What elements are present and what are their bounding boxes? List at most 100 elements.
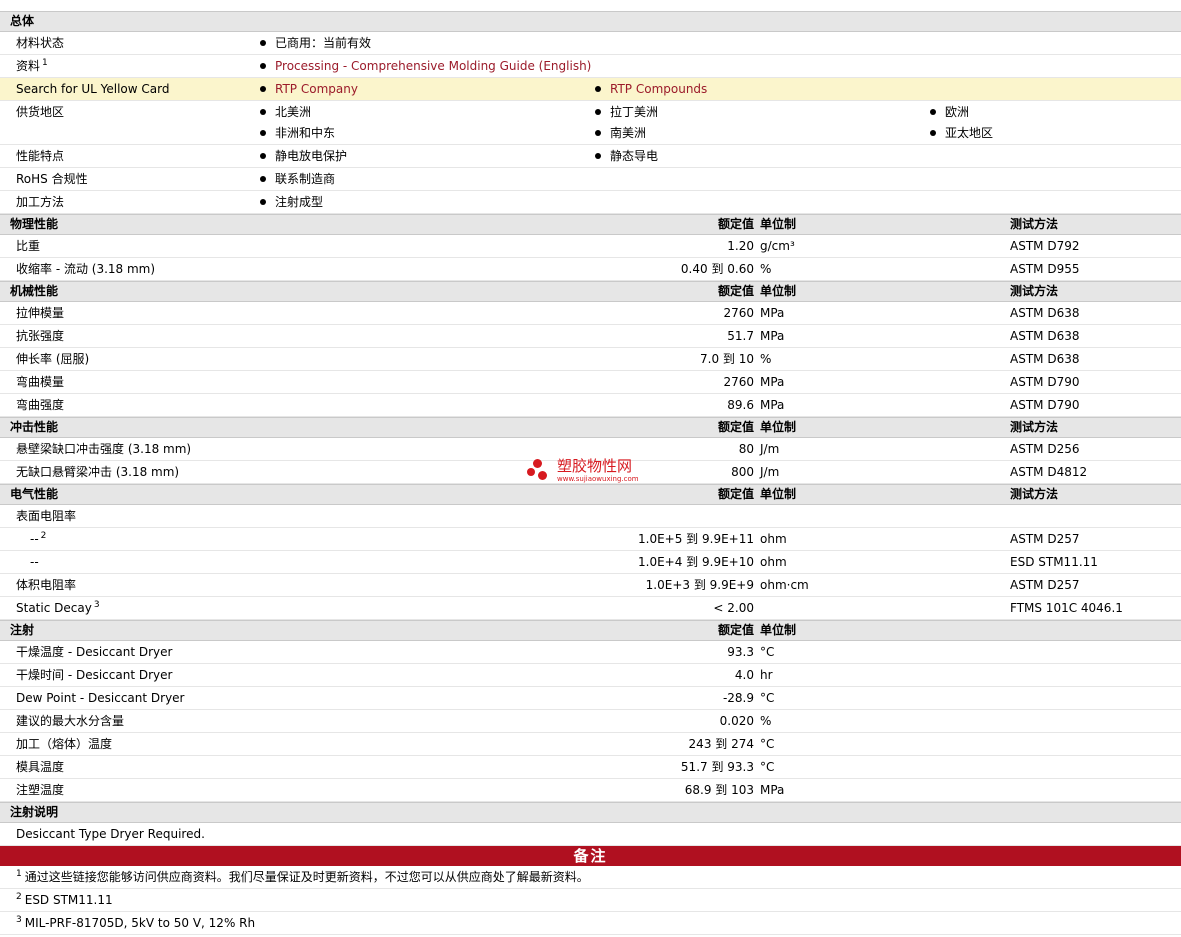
row-label: 加工（熔体）温度: [16, 737, 113, 751]
row-value: 7.0 到 10: [700, 352, 754, 366]
col-nominal-header: 额定值: [717, 284, 754, 298]
row-value: 4.0: [734, 668, 754, 682]
region-item: 北美洲: [260, 101, 311, 123]
col-test-header: 测试方法: [1010, 487, 1059, 501]
row-unit: hr: [760, 668, 773, 682]
section-header-mechanical: 机械性能 额定值 单位制 测试方法: [0, 281, 1181, 302]
bullet-icon: [260, 63, 266, 69]
col-test-header: 测试方法: [1010, 217, 1059, 231]
remark-text-cell: 1 通过这些链接您能够访问供应商资料。我们尽量保证及时更新资料，不过您可以从供应商…: [16, 866, 589, 888]
row-test: ASTM D792: [1010, 239, 1080, 253]
row-test: ASTM D790: [1010, 375, 1080, 389]
region-item: 南美洲: [595, 122, 646, 144]
remarks-banner: 备注: [0, 846, 1181, 866]
row-unit: °C: [760, 760, 775, 774]
row-value: 243 到 274: [688, 737, 754, 751]
table-row: 干燥温度 - Desiccant Dryer 93.3 °C: [0, 641, 1181, 664]
bullet-icon: [595, 86, 601, 92]
row-value: 0.40 到 0.60: [680, 262, 754, 276]
row-label: -- 2: [30, 528, 46, 550]
table-row: 干燥时间 - Desiccant Dryer 4.0 hr: [0, 664, 1181, 687]
row-unit: MPa: [760, 329, 785, 343]
row-label: 收缩率 - 流动 (3.18 mm): [16, 262, 156, 276]
datasheet: 总体 材料状态 已商用：当前有效 资料 1 Processing - Compre…: [0, 0, 1181, 935]
row-label: 干燥温度 - Desiccant Dryer: [16, 645, 173, 659]
table-row: 建议的最大水分含量 0.020%: [0, 710, 1181, 733]
status-text: 已商用：当前有效: [275, 36, 372, 50]
table-row: 抗张强度 51.7 MPa ASTM D638: [0, 325, 1181, 348]
table-row: 伸长率 (屈服) 7.0 到 10% ASTM D638: [0, 348, 1181, 371]
row-value: 1.0E+4 到 9.9E+10: [638, 555, 754, 569]
table-row: 注塑温度 68.9 到 103 MPa: [0, 779, 1181, 802]
molding-guide-link[interactable]: Processing - Comprehensive Molding Guide…: [275, 59, 591, 73]
row-label: 悬壁梁缺口冲击强度 (3.18 mm): [16, 442, 192, 456]
col-nominal-header: 额定值: [717, 420, 754, 434]
rtp-company-link[interactable]: RTP Company: [275, 82, 358, 96]
injection-rows: 干燥温度 - Desiccant Dryer 93.3 °C 干燥时间 - Desic…: [0, 641, 1181, 802]
bullet-icon: [260, 86, 266, 92]
col-nominal-header: 额定值: [717, 623, 754, 637]
mechanical-rows: 拉伸模量 2760 MPa ASTM D638 抗张强度 51.7 MPa ASTM D638…: [0, 302, 1181, 417]
region-item: 欧洲: [930, 101, 969, 123]
physical-rows: 比重 1.20 g/cm³ ASTM D792 收缩率 - 流动 (3.18 mm) 0.…: [0, 235, 1181, 281]
footnote-ref: 2: [40, 531, 47, 541]
table-row: 收缩率 - 流动 (3.18 mm) 0.40 到 0.60% ASTM D955: [0, 258, 1181, 281]
note-text: Desiccant Type Dryer Required.: [16, 827, 205, 841]
remark-text: 通过这些链接您能够访问供应商资料。我们尽量保证及时更新资料，不过您可以从供应商处…: [24, 870, 589, 884]
label-text: 资料: [16, 59, 41, 73]
row-label: RoHS 合规性: [16, 172, 88, 186]
row-label: Search for UL Yellow Card: [16, 82, 170, 96]
bullet-icon: [595, 153, 601, 159]
section-title: 总体: [10, 14, 35, 28]
feature-text: 静电放电保护: [275, 149, 348, 163]
section-header-injection: 注射 额定值 单位制: [0, 620, 1181, 641]
row-value: 1.20: [727, 239, 754, 253]
feature-text: 静态导电: [610, 149, 659, 163]
section-title: 注射说明: [10, 805, 59, 819]
processing-text: 注射成型: [275, 195, 324, 209]
remark-text-cell: 2 ESD STM11.11: [16, 889, 113, 911]
row-material-status: 材料状态 已商用：当前有效: [0, 32, 1181, 55]
row-label: 弯曲强度: [16, 398, 65, 412]
row-label: 表面电阻率: [16, 509, 77, 523]
row-test: ASTM D257: [1010, 578, 1080, 592]
rohs-text: 联系制造商: [275, 172, 336, 186]
rtp-compounds-link[interactable]: RTP Compounds: [610, 82, 707, 96]
region-item: 拉丁美洲: [595, 101, 658, 123]
row-test: ESD STM11.11: [1010, 555, 1098, 569]
row-surface-resistivity: 表面电阻率: [0, 505, 1181, 528]
row-unit: °C: [760, 737, 775, 751]
row-label: 资料 1: [16, 55, 48, 77]
table-row: 拉伸模量 2760 MPa ASTM D638: [0, 302, 1181, 325]
remark-row: 2 ESD STM11.11: [0, 889, 1181, 912]
remark-text-cell: 3 MIL-PRF-81705D, 5kV to 50 V, 12% Rh: [16, 912, 255, 934]
row-static-decay: Static Decay 3 < 2.00 FTMS 101C 4046.1: [0, 597, 1181, 620]
bullet-icon: [260, 40, 266, 46]
row-volume-resistivity: 体积电阻率 1.0E+3 到 9.9E+9 ohm·cm ASTM D257: [0, 574, 1181, 597]
remark-row: 1 通过这些链接您能够访问供应商资料。我们尽量保证及时更新资料，不过您可以从供应商…: [0, 866, 1181, 889]
row-ul-yellow-card: Search for UL Yellow Card RTP Company RT…: [0, 78, 1181, 101]
section-title: 机械性能: [10, 284, 59, 298]
col-nominal-header: 额定值: [717, 487, 754, 501]
remark-rows: 1 通过这些链接您能够访问供应商资料。我们尽量保证及时更新资料，不过您可以从供应商…: [0, 866, 1181, 935]
row-value: 80: [738, 442, 754, 456]
bullet-icon: [930, 130, 936, 136]
section-header-physical: 物理性能 额定值 单位制 测试方法: [0, 214, 1181, 235]
row-label: 干燥时间 - Desiccant Dryer: [16, 668, 173, 682]
col-test-header: 测试方法: [1010, 284, 1059, 298]
bullet-icon: [260, 199, 266, 205]
remark-row: 3 MIL-PRF-81705D, 5kV to 50 V, 12% Rh: [0, 912, 1181, 935]
footnote-ref: 3: [93, 600, 100, 610]
row-unit: MPa: [760, 306, 785, 320]
rohs-item: 联系制造商: [260, 168, 335, 190]
row-test: ASTM D955: [1010, 262, 1080, 276]
row-unit: %: [760, 262, 772, 276]
row-value: -28.9: [722, 691, 754, 705]
row-label: 注塑温度: [16, 783, 65, 797]
row-unit: g/cm³: [760, 239, 795, 253]
bullet-icon: [260, 130, 266, 136]
row-value: 51.7: [727, 329, 754, 343]
footnote-ref: 1: [42, 58, 48, 68]
row-value: 1.0E+5 到 9.9E+11: [638, 532, 754, 546]
region-item: 非洲和中东: [260, 122, 335, 144]
